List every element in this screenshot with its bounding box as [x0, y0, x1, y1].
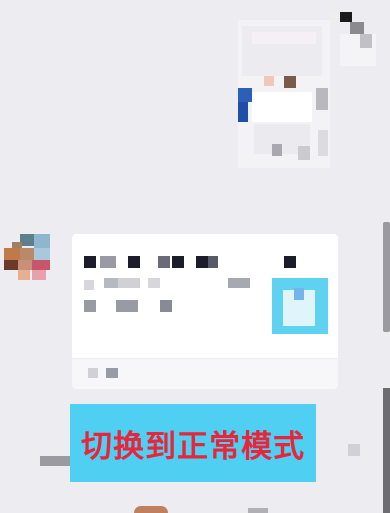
scrollbar-thumb[interactable]: [383, 222, 390, 332]
card-source-mark: [106, 368, 118, 378]
card-source-mark: [88, 368, 98, 378]
bottom-fragment: [248, 508, 268, 513]
avatar-bottom-fragment: [134, 506, 168, 513]
time-stamp-fragment: [40, 456, 70, 466]
switch-normal-mode-label: 切换到正常模式: [81, 428, 305, 465]
user-avatar-icon[interactable]: [4, 234, 50, 280]
sticker-fragment: [330, 10, 380, 70]
sticker-message[interactable]: [238, 20, 330, 168]
switch-normal-mode-button[interactable]: 切换到正常模式: [70, 404, 316, 482]
link-thumbnail-dot: [294, 288, 304, 300]
status-fragment: [348, 444, 360, 456]
scrollbar-track[interactable]: [383, 388, 390, 513]
